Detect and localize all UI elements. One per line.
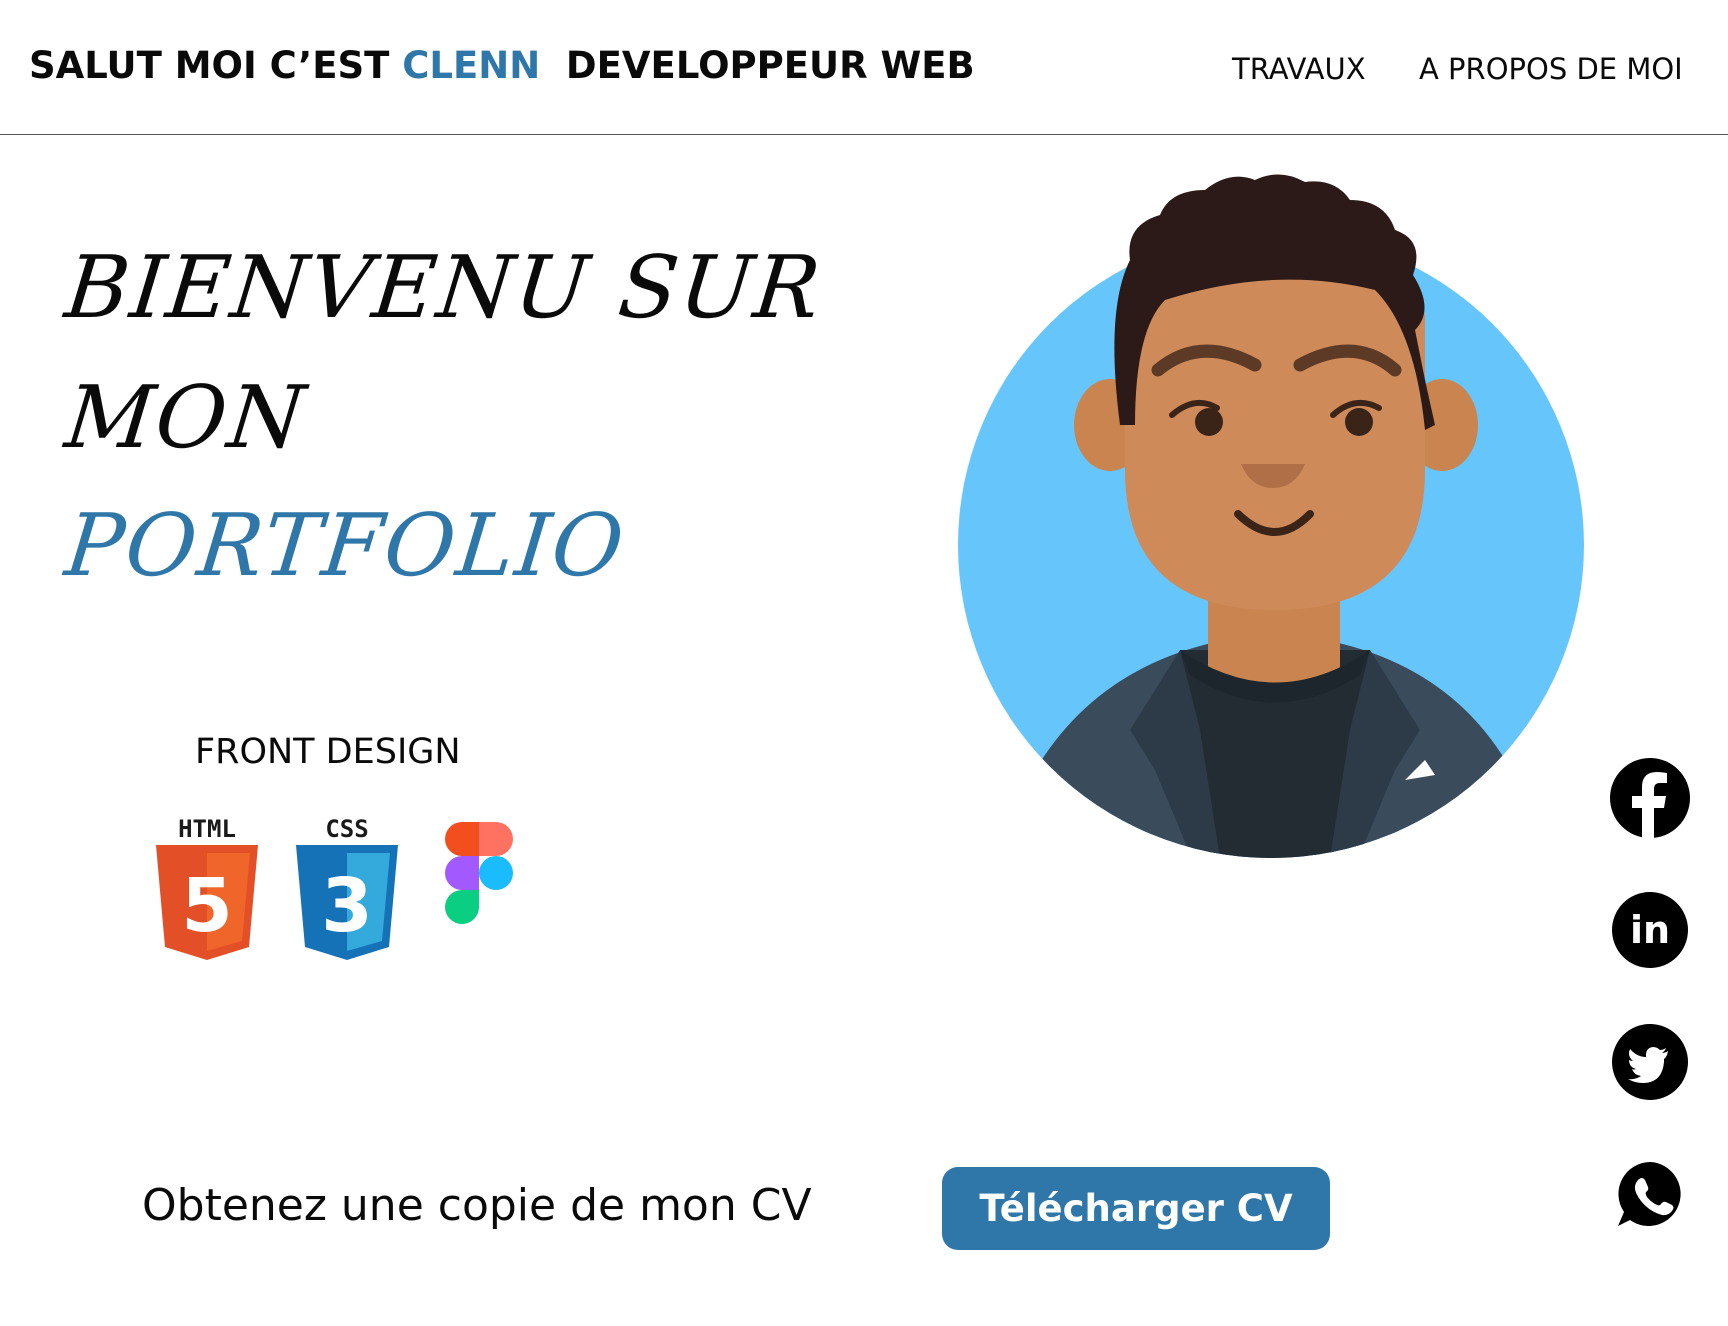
download-cv-button[interactable]: Télécharger CV [942,1167,1330,1250]
html5-label: HTML [178,815,236,843]
html5-digit: 5 [181,863,233,949]
whatsapp-icon[interactable] [1610,1154,1690,1234]
hero-title-line-1: BIENVENU SUR [60,238,827,338]
site-brand[interactable]: SALUT MOI C’EST CLENN DEVELOPPEUR WEB [29,44,975,87]
brand-name: CLENN [402,44,541,87]
brand-prefix: SALUT MOI C’EST [29,44,403,87]
linkedin-icon[interactable]: in [1610,890,1690,970]
css3-icon: CSS 3 [294,815,400,967]
twitter-icon[interactable] [1610,1022,1690,1102]
skills-title: FRONT DESIGN [195,732,461,772]
html5-icon: HTML 5 [154,815,260,967]
nav-link-about[interactable]: A PROPOS DE MOI [1419,52,1683,86]
brand-suffix: DEVELOPPEUR WEB [540,44,975,87]
hero-title-line-2: MON [60,368,312,468]
linkedin-glyph: in [1630,908,1670,952]
avatar [955,170,1595,874]
css3-digit: 3 [321,863,373,949]
cv-prompt-text: Obtenez une copie de mon CV [142,1180,812,1231]
hero-title-line-3: PORTFOLIO [60,496,630,596]
figma-icon [428,815,530,955]
nav-link-work[interactable]: TRAVAUX [1232,52,1366,86]
css3-label: CSS [325,815,368,843]
facebook-icon[interactable] [1610,758,1690,838]
site-header: SALUT MOI C’EST CLENN DEVELOPPEUR WEB TR… [0,0,1728,135]
